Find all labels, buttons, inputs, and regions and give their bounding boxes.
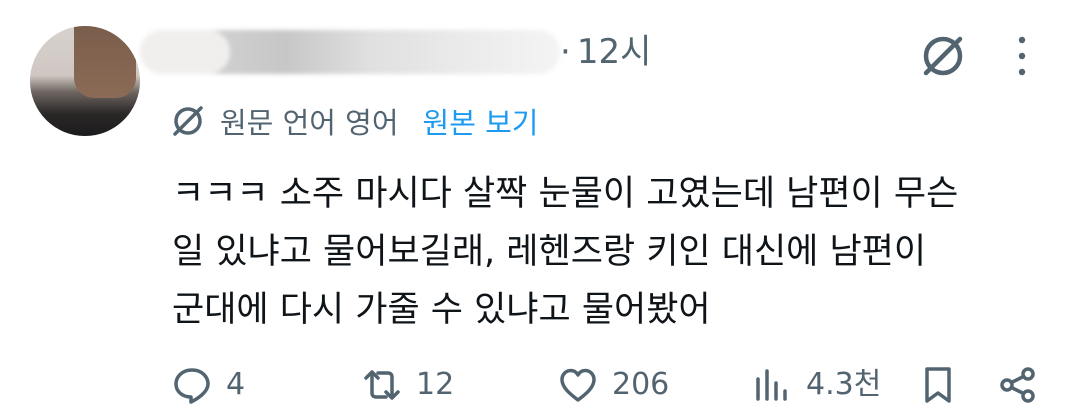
views-button[interactable]: 4.3천 [752,355,881,415]
repost-icon [364,370,400,400]
reply-icon [174,368,210,404]
source-language-label: 원문 언어 영어 [220,106,399,140]
avatar-face [74,26,136,98]
post-time[interactable]: · 12시 [560,30,651,74]
reply-count: 4 [226,367,246,402]
post-text-line: ㅋㅋㅋ 소주 마시다 살짝 눈물이 고였는데 남편이 무슨 [172,174,959,214]
share-button[interactable] [998,355,1052,415]
show-original-link[interactable]: 원본 보기 [423,100,539,142]
repost-count: 12 [416,367,455,402]
repost-button[interactable]: 12 [362,355,454,415]
post-text: ㅋㅋㅋ 소주 마시다 살짝 눈물이 고였는데 남편이 무슨 일 있냐고 물어보길… [172,165,1052,339]
action-bar: 4 12 206 4.3천 [0,355,1080,415]
post-text-line: 군대에 다시 가줄 수 있냐고 물어봤어 [172,290,711,330]
time-label: 12시 [576,32,652,72]
like-count: 206 [612,367,670,402]
post-text-line: 일 있냐고 물어보길래, 레헨즈랑 키인 대신에 남편이 [172,232,927,272]
translate-icon [173,106,203,136]
bookmark-icon [925,367,951,403]
heart-icon [560,368,596,402]
time-separator: · [560,32,571,72]
hide-reply-icon[interactable] [918,31,968,81]
views-chart-icon [756,369,787,401]
bookmark-button[interactable] [918,355,972,415]
more-vertical-icon[interactable] [1008,32,1036,80]
author-name-redacted[interactable] [140,30,560,74]
avatar[interactable] [30,26,140,136]
reply-button[interactable]: 4 [172,355,245,415]
like-button[interactable]: 206 [558,355,669,415]
translation-bar: 원문 언어 영어 원본 보기 [170,96,538,146]
share-icon [1000,367,1035,403]
views-count: 4.3천 [806,367,882,402]
